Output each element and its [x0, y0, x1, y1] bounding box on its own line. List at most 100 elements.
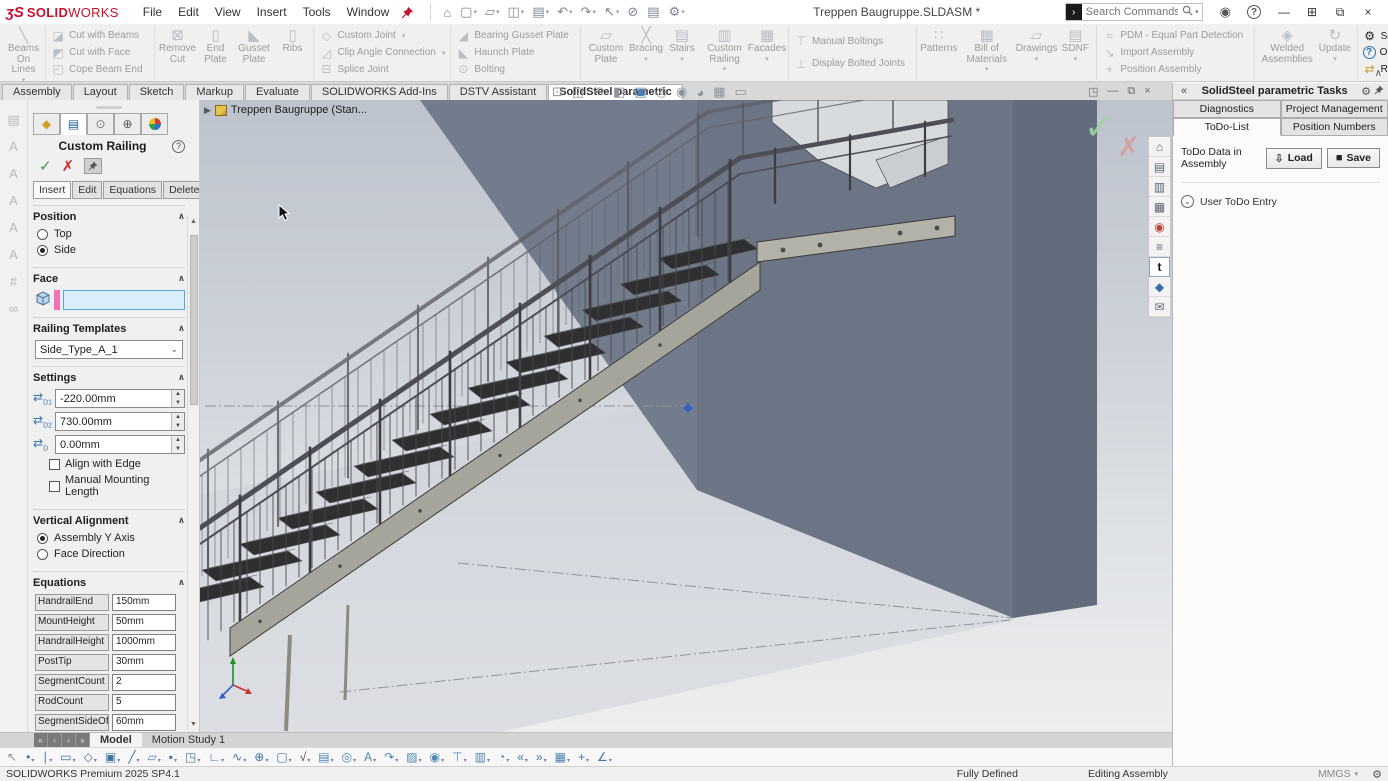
collapse-chevron[interactable]: ∧ — [178, 273, 185, 285]
view-tool-icon[interactable]: ▣ — [634, 84, 646, 100]
quick-tool-button[interactable]: ◫ ▾ — [504, 2, 529, 22]
manual-mounting-length-option[interactable]: Manual Mounting Length — [49, 474, 185, 498]
account-icon[interactable]: ◉ — [1213, 2, 1238, 22]
toolbar-tool-button[interactable]: ▦ ▾ — [552, 750, 573, 764]
quick-tool-button[interactable]: ⊘ — [623, 2, 643, 22]
ribbon-button[interactable]: ◈Welded Assemblies — [1258, 26, 1316, 79]
offset-d2-field[interactable]: 730.00mm▲▼ — [55, 412, 185, 431]
checkbox-manual-length[interactable] — [49, 481, 60, 492]
ribbon-button[interactable]: ◢Bearing Gusset Plate — [454, 29, 577, 43]
scrollbar-thumb[interactable] — [190, 235, 198, 405]
ribbon-button[interactable]: ▱Drawings▾ — [1016, 26, 1058, 79]
toolbar-tool-button[interactable]: ∿ ▾ — [229, 750, 249, 764]
tab-scroll-button[interactable]: » — [76, 733, 90, 747]
command-tab[interactable]: Markup — [185, 84, 244, 100]
toolbar-tool-button[interactable]: ∟ ▾ — [205, 750, 227, 764]
radio-side[interactable] — [37, 245, 48, 256]
quick-tool-button[interactable]: ▤ ▾ — [528, 2, 553, 22]
view-tool-icon[interactable]: ◱ — [572, 84, 584, 100]
view-tool-icon[interactable]: ◉ — [676, 84, 687, 100]
units-dropdown-arrow[interactable]: ▾ — [1355, 770, 1359, 778]
view-tool-icon[interactable]: ⊡ — [552, 84, 563, 100]
window-control-button[interactable]: × — [1354, 3, 1382, 21]
equation-value-field[interactable]: 150mm — [112, 594, 176, 611]
position-side-option[interactable]: Side — [37, 244, 185, 256]
model-tab[interactable]: Model — [90, 733, 142, 747]
document-window-button[interactable]: ⧉ — [1127, 85, 1135, 98]
tab-dimxpertmanager[interactable]: ⊕ — [114, 113, 141, 135]
spinner-buttons[interactable]: ▲▼ — [171, 413, 184, 430]
document-window-button[interactable]: — — [1107, 85, 1118, 98]
toolbar-tool-button[interactable]: √ ▾ — [297, 750, 314, 764]
toolbar-tool-button[interactable]: ▢ ▾ — [273, 750, 294, 764]
toolbar-tool-button[interactable]: ◔ ▾ — [495, 750, 512, 764]
ribbon-collapse-chevron[interactable]: ∧ — [1375, 68, 1382, 79]
task-pane-tab-icon[interactable]: ▦ — [1149, 197, 1170, 217]
view-tool-icon[interactable]: ▭ — [735, 84, 747, 100]
toolbar-tool-button[interactable]: ▱ ▾ — [145, 750, 164, 764]
command-tab[interactable]: DSTV Assistant — [449, 84, 547, 100]
ribbon-button[interactable]: ⚙Settings — [1361, 29, 1388, 43]
command-tab[interactable]: Assembly — [2, 84, 72, 100]
ribbon-button[interactable]: ⊟Splice Joint — [317, 62, 447, 76]
quick-tool-button[interactable]: ↶ ▾ — [553, 2, 576, 22]
toolbar-tool-button[interactable]: A ▾ — [361, 750, 379, 764]
position-top-option[interactable]: Top — [37, 228, 185, 240]
view-tool-icon[interactable]: ▦ — [713, 84, 725, 100]
panel-scrollbar[interactable]: ▲ ▼ — [187, 216, 199, 730]
tab-scroll-button[interactable]: « — [34, 733, 48, 747]
ribbon-button[interactable]: ⊙Bolting — [454, 62, 577, 76]
view-tool-icon[interactable]: ◎ — [656, 84, 667, 100]
save-button[interactable]: ■Save — [1327, 148, 1380, 168]
ribbon-button[interactable]: ↻Update▾ — [1316, 26, 1353, 79]
tab-todo-list[interactable]: ToDo-List — [1173, 118, 1281, 136]
ribbon-button[interactable]: ▥Custom Railing▾ — [700, 26, 749, 79]
task-pane-tab-icon[interactable]: ▥ — [1149, 177, 1170, 197]
toolbar-tool-button[interactable]: ◇ ▾ — [81, 750, 100, 764]
ribbon-button[interactable]: ▤SDNF▾ — [1057, 26, 1093, 79]
toolbar-tool-button[interactable]: ⊤ ▾ — [449, 750, 469, 764]
radio-top[interactable] — [37, 229, 48, 240]
view-tool-icon[interactable]: ◧ — [613, 84, 625, 100]
railing-mode-tab[interactable]: Edit — [72, 181, 102, 199]
window-control-button[interactable]: — — [1270, 3, 1298, 21]
help-icon[interactable]: ? — [1247, 5, 1261, 19]
quick-tool-button[interactable]: ▢ ▾ — [456, 2, 481, 22]
view-tool-icon[interactable]: ◕ — [696, 85, 704, 100]
ribbon-button[interactable]: ╳Bracing▾ — [628, 26, 664, 79]
view-tool-icon[interactable]: ↶ — [593, 84, 604, 100]
quick-tool-button[interactable]: ▱ ▾ — [481, 2, 504, 22]
menu-item[interactable]: Insert — [249, 2, 295, 22]
toolbar-tool-button[interactable]: ↖ — [4, 750, 21, 764]
ribbon-button[interactable]: ◣Haunch Plate — [454, 46, 577, 60]
command-tab[interactable]: Layout — [73, 84, 128, 100]
ribbon-button[interactable]: ◪Cut with Beams — [49, 29, 150, 43]
command-tab[interactable]: Sketch — [129, 84, 185, 100]
toolbar-tool-button[interactable]: « ▾ — [514, 750, 531, 764]
quick-tool-button[interactable]: ⚙ ▾ — [665, 2, 689, 22]
task-pane-tab-icon[interactable]: t — [1149, 257, 1170, 277]
ribbon-button[interactable]: +Position Assembly — [1100, 62, 1251, 76]
annotation-tool-icon[interactable]: A — [4, 166, 24, 184]
tab-diagnostics[interactable]: Diagnostics — [1173, 100, 1281, 118]
ribbon-button[interactable]: ⊠Remove Cut — [158, 26, 198, 79]
toolbar-tool-button[interactable]: ↷ ▾ — [381, 750, 401, 764]
assembly-y-axis-option[interactable]: Assembly Y Axis — [37, 532, 185, 544]
ribbon-button[interactable]: ◩Cut with Face — [49, 46, 150, 60]
collapse-chevron[interactable]: ∧ — [178, 211, 185, 223]
task-pane-settings-icon[interactable]: ⚙ — [1358, 85, 1374, 98]
equation-name-field[interactable]: PostTip — [35, 654, 109, 671]
confirm-cancel-watermark[interactable]: ✗ — [1117, 132, 1140, 163]
toolbar-tool-button[interactable]: ▭ ▾ — [57, 750, 78, 764]
tab-configurationmanager[interactable]: ⊙ — [87, 113, 114, 135]
model-tab[interactable]: Motion Study 1 — [142, 733, 235, 747]
toolbar-tool-button[interactable]: ▪ ▾ — [166, 750, 180, 764]
user-todo-entry-toggle[interactable]: ⌄ User ToDo Entry — [1181, 195, 1380, 208]
tab-featuremanager[interactable]: ◆ — [33, 113, 60, 135]
offset-d1-field[interactable]: -220.00mm▲▼ — [55, 389, 185, 408]
ribbon-button[interactable]: ↘Import Assembly — [1100, 46, 1251, 60]
quick-tool-button[interactable]: ↖ ▾ — [600, 2, 623, 22]
radio-face-direction[interactable] — [37, 549, 48, 560]
pin-menu-icon[interactable] — [401, 6, 414, 19]
keep-visible-pin-button[interactable] — [84, 158, 102, 174]
